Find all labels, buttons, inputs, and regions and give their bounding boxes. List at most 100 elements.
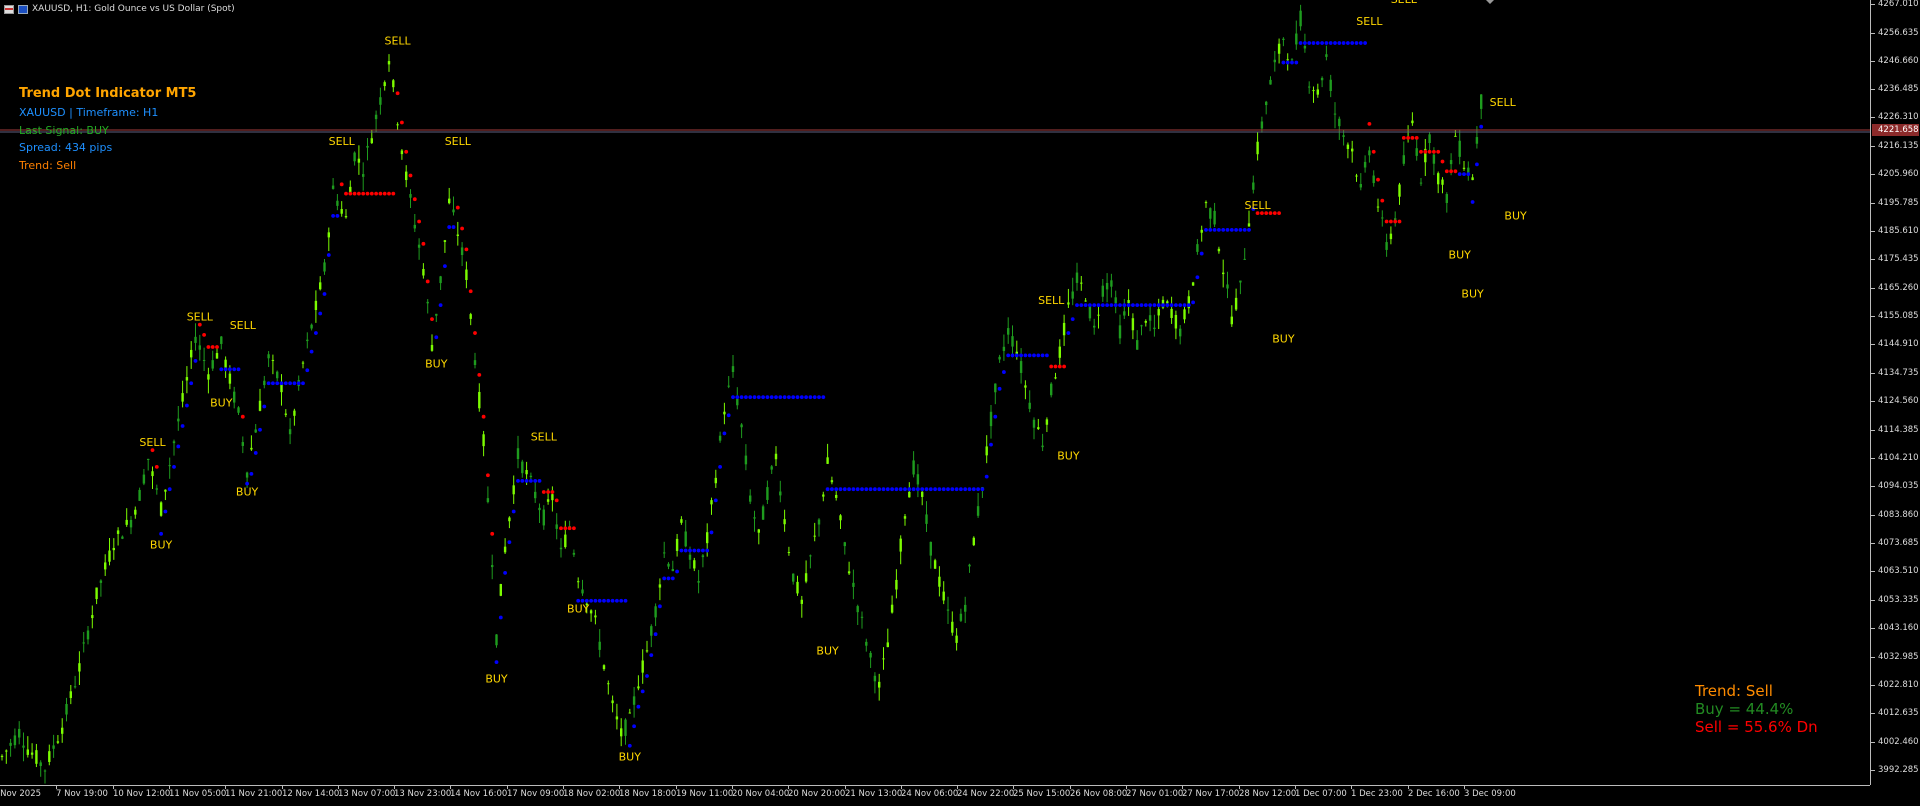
buy-dot	[864, 487, 869, 492]
buy-dot	[318, 311, 323, 316]
candle	[362, 162, 365, 191]
candle	[254, 424, 257, 433]
buy-dot	[1191, 300, 1195, 305]
sell-dot	[563, 526, 568, 531]
buy-dot	[761, 395, 765, 400]
candle	[1032, 417, 1036, 440]
candle	[985, 435, 988, 464]
buy-dot	[434, 335, 439, 340]
candle	[972, 536, 975, 547]
candle	[125, 508, 128, 527]
candle	[1170, 296, 1173, 324]
buy-dot	[696, 548, 701, 553]
candle	[91, 605, 94, 629]
metatrader-icon	[18, 4, 28, 14]
time-tick: 1 Dec 07:00	[1295, 785, 1347, 799]
candle	[1359, 173, 1362, 191]
candle	[30, 743, 34, 759]
candle	[237, 406, 240, 416]
time-tick: 10 Nov 12:00	[113, 785, 171, 799]
time-axis[interactable]: 7 Nov 20257 Nov 19:0010 Nov 12:0011 Nov …	[0, 785, 1870, 806]
candle	[650, 624, 653, 648]
candle	[319, 276, 322, 291]
sell-dot	[1401, 135, 1406, 140]
candle	[366, 138, 369, 161]
candle	[1376, 198, 1380, 213]
candle	[409, 189, 412, 209]
buy-dot	[1238, 227, 1243, 232]
candle	[1226, 271, 1229, 299]
sell-dot	[400, 120, 404, 125]
candle	[69, 685, 72, 705]
candle	[323, 258, 326, 275]
sell-dot	[382, 191, 387, 196]
buy-signal-label: BUY	[619, 751, 642, 764]
candle	[903, 514, 907, 526]
candle	[1097, 303, 1100, 329]
buy-dot	[223, 367, 228, 372]
candle	[1019, 348, 1023, 384]
candle	[1075, 262, 1079, 291]
candle	[1320, 76, 1324, 88]
candle	[473, 352, 477, 369]
buy-dot	[1006, 353, 1011, 358]
candle	[164, 489, 167, 501]
candle	[1411, 112, 1414, 126]
buy-dot	[645, 674, 649, 678]
candle	[469, 312, 472, 326]
sell-dot	[1393, 219, 1398, 224]
buy-dot	[924, 487, 929, 492]
candle	[1363, 155, 1367, 173]
candle	[632, 687, 636, 718]
candle	[1424, 138, 1427, 177]
time-tick: 11 Nov 05:00	[169, 785, 227, 799]
candle	[405, 165, 408, 188]
candle	[1342, 130, 1345, 146]
candle	[413, 213, 416, 233]
buy-dot	[1092, 303, 1097, 308]
candle	[185, 366, 189, 394]
candle	[1230, 305, 1233, 327]
sell-signal-label: SELL	[1391, 0, 1418, 6]
candle	[86, 625, 90, 645]
candle	[1234, 288, 1238, 312]
candle	[787, 546, 791, 556]
candle	[843, 541, 846, 555]
buy-dot	[516, 478, 520, 483]
buy-dot	[1307, 41, 1312, 45]
price-scale[interactable]: 4267.010 4256.635 4246.660 4236.485 4226.310…	[1870, 0, 1920, 785]
sell-dot	[357, 191, 361, 196]
buy-dot	[963, 487, 968, 492]
buy-dot	[314, 331, 318, 335]
candle	[538, 503, 541, 523]
sell-dot	[1419, 149, 1423, 154]
buy-dot	[1182, 303, 1187, 308]
candle	[800, 595, 803, 618]
candle	[697, 569, 700, 594]
candle	[35, 743, 38, 768]
buy-dot	[623, 598, 628, 603]
buy-dot	[812, 395, 817, 400]
sell-dot	[1367, 122, 1372, 126]
candle	[989, 404, 993, 439]
buy-dot	[1358, 41, 1363, 45]
candle	[151, 466, 154, 490]
time-tick: 7 Nov 19:00	[56, 785, 108, 799]
buy-dot	[1320, 41, 1324, 45]
candle	[624, 718, 627, 745]
sell-dot	[541, 490, 546, 494]
buy-dot	[842, 487, 847, 492]
buy-dot	[1045, 353, 1049, 358]
price-chart[interactable]: SELL BUY SELL BUY SELL BUY SELL SELL BUY SELL BUY S…	[0, 0, 1870, 785]
candle	[607, 680, 610, 695]
buy-dot	[701, 548, 705, 553]
candle	[658, 578, 662, 601]
candle	[1002, 334, 1006, 361]
candle	[379, 87, 382, 115]
buy-dot	[980, 487, 985, 492]
candle	[331, 178, 335, 190]
buy-dot	[1208, 227, 1213, 232]
candle	[1045, 417, 1049, 433]
time-tick: 26 Nov 08:00	[1070, 785, 1128, 799]
buy-signal-label: BUY	[1057, 449, 1080, 462]
